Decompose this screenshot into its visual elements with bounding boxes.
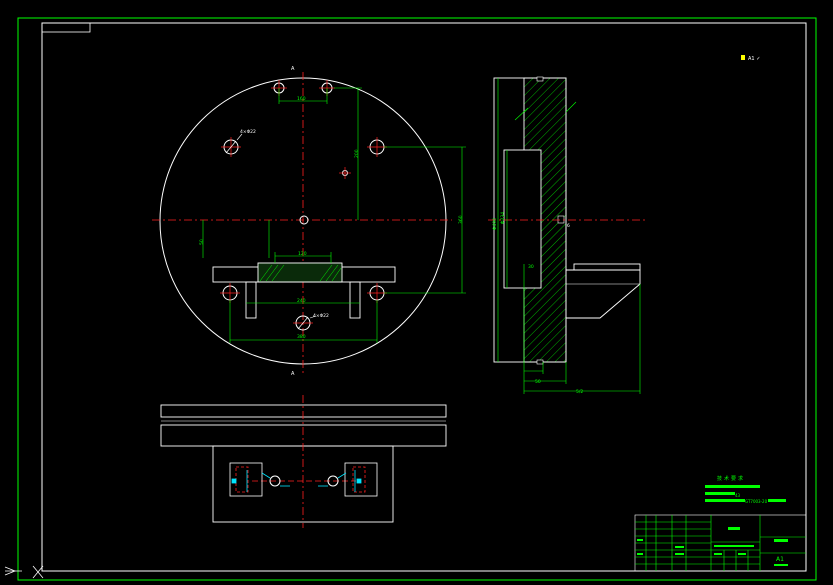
side-dim-outer: Φ490: [492, 218, 498, 230]
dimension-lines: [202, 87, 466, 343]
dim-base-span: 380: [297, 334, 306, 340]
section-mark-top: A: [291, 66, 295, 72]
title-block-fills: [637, 527, 788, 566]
side-recess: [503, 149, 542, 289]
tech-req-line-3: GT7003-20: [745, 499, 768, 504]
dim-vert-offset: 200: [354, 149, 360, 158]
top-view: [160, 395, 447, 528]
tech-req-line-2: 43: [735, 493, 741, 498]
dim-top-hole-spacing: 160: [297, 96, 306, 102]
side-dim-depth: 30: [528, 264, 534, 270]
side-dim-small: 50: [535, 379, 541, 385]
side-dim-inner: Φ234: [500, 212, 506, 224]
clamp-block: [212, 262, 396, 319]
finish-note: A1 ✓: [741, 55, 760, 62]
hole-label-left: 4×Φ22: [240, 129, 256, 135]
side-dim-edge: 6: [567, 223, 570, 229]
side-view: Φ490 Φ234 30 50 5/2 6: [488, 76, 648, 395]
top-cyan-markers: [231, 470, 362, 492]
finish-note-text: A1 ✓: [748, 56, 760, 62]
sheet-size: A1: [776, 556, 784, 563]
dim-slot-width: 120: [298, 251, 307, 257]
cad-drawing: A A 160 200 360 120 50 240 380 4×Φ22 4×Φ…: [4, 17, 817, 581]
top-plate-upper: [160, 404, 447, 418]
dim-overall-height: 360: [458, 215, 464, 224]
side-bracket: [566, 263, 641, 319]
hole: [221, 137, 241, 157]
dim-hole-span-inner: 240: [297, 298, 306, 304]
ucs-icon: [4, 565, 44, 579]
tech-requirements: 技术要求 43 GT7003-20: [705, 475, 786, 504]
top-plate-lower: [160, 424, 447, 447]
side-dim-overall: 5/2: [576, 389, 583, 395]
outer-frame: [17, 17, 817, 581]
section-mark-bottom: A: [291, 371, 295, 377]
dim-left-offset: 50: [199, 239, 205, 245]
corner-tag: [41, 22, 91, 33]
tech-req-title: 技术要求: [717, 475, 745, 482]
front-view: A A 160 200 360 120 50 240 380 4×Φ22 4×Φ…: [152, 66, 466, 377]
hole: [339, 167, 351, 179]
